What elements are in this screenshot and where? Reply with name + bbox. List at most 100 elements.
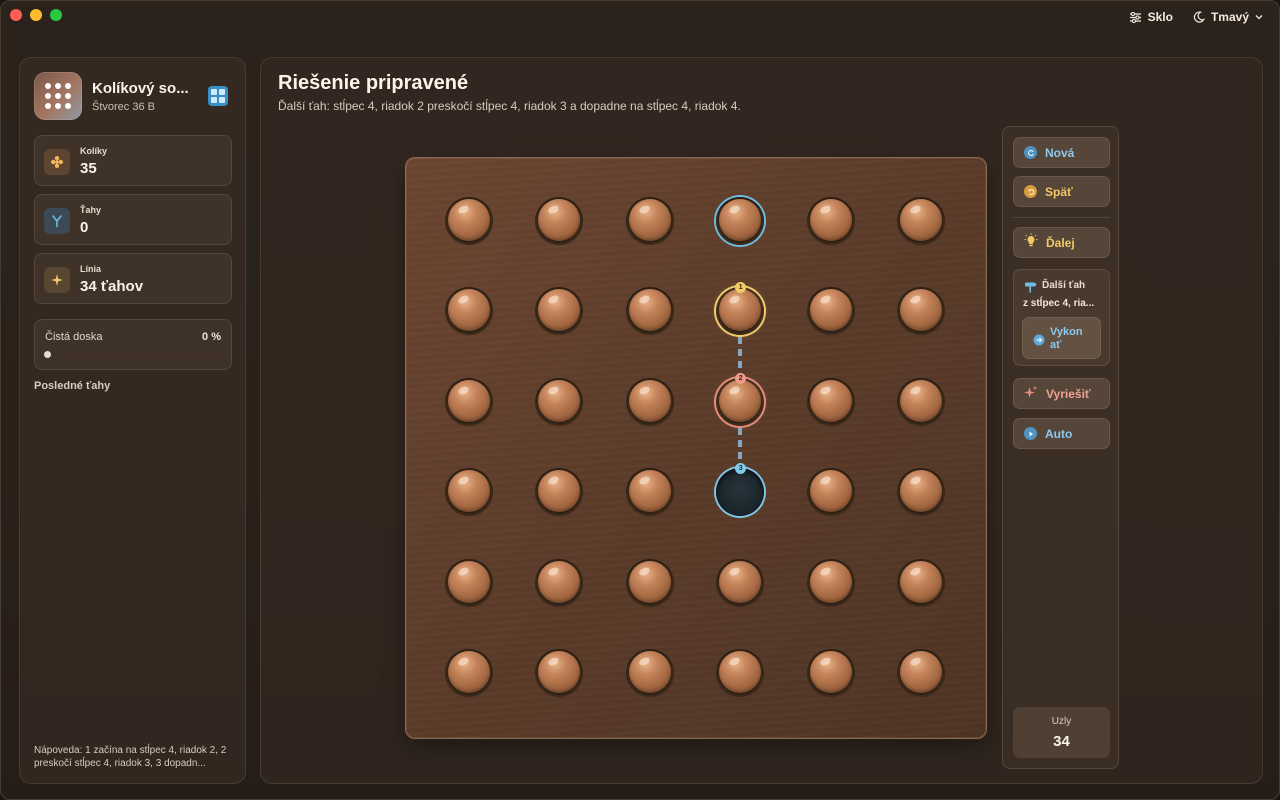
undo-label: Späť — [1045, 184, 1073, 199]
peg[interactable] — [538, 470, 581, 513]
peg[interactable] — [448, 560, 490, 603]
solve-button[interactable]: Vyriešiť — [1013, 378, 1110, 409]
maximize-window-button[interactable] — [50, 9, 62, 21]
peg-board[interactable]: 1 2 3 — [405, 157, 987, 739]
material-button[interactable]: Sklo — [1123, 7, 1179, 27]
progress-percent: 0 % — [202, 331, 221, 343]
board-hole[interactable] — [897, 377, 945, 426]
peg[interactable] — [628, 470, 671, 513]
peg[interactable] — [538, 289, 581, 332]
board-hole[interactable] — [445, 649, 493, 697]
peg[interactable] — [448, 199, 490, 241]
empty-hole-target[interactable]: 3 — [716, 463, 765, 517]
peg[interactable] — [628, 379, 671, 422]
board-hole[interactable] — [535, 468, 584, 517]
peg[interactable] — [538, 651, 581, 693]
board-hole[interactable] — [716, 558, 765, 607]
auto-label: Auto — [1045, 426, 1073, 441]
layout-grid-button[interactable] — [208, 86, 228, 106]
board-hole[interactable] — [625, 468, 674, 517]
minimize-window-button[interactable] — [30, 9, 42, 21]
peg[interactable] — [809, 470, 852, 513]
auto-play-button[interactable]: Auto — [1013, 418, 1110, 449]
execute-move-button[interactable]: Vykon ať — [1022, 317, 1101, 359]
board-hole[interactable] — [716, 649, 765, 697]
next-move-description: Ďalší ťah: stĺpec 4, riadok 2 preskočí s… — [278, 99, 741, 113]
peg[interactable] — [538, 560, 581, 603]
peg[interactable] — [628, 289, 671, 332]
peg[interactable] — [719, 289, 762, 332]
peg[interactable] — [900, 289, 942, 332]
board-hole[interactable] — [806, 197, 855, 245]
peg[interactable] — [448, 470, 490, 513]
next-button[interactable]: Ďalej — [1013, 227, 1110, 258]
peg[interactable] — [719, 560, 762, 603]
solve-label: Vyriešiť — [1046, 386, 1091, 401]
material-label: Sklo — [1147, 10, 1173, 24]
peg[interactable] — [809, 379, 852, 422]
peg[interactable] — [719, 379, 762, 422]
peg[interactable] — [809, 199, 852, 241]
peg[interactable] — [719, 651, 762, 693]
board-hole[interactable] — [535, 377, 584, 426]
board-hole[interactable] — [535, 558, 584, 607]
stat-line-value: 34 ťahov — [80, 278, 144, 295]
peg[interactable] — [809, 560, 852, 603]
peg[interactable] — [900, 470, 942, 513]
peg[interactable] — [538, 199, 581, 241]
peg[interactable] — [628, 560, 671, 603]
board-hole[interactable] — [806, 287, 855, 336]
peg[interactable] — [719, 199, 762, 241]
peg[interactable] — [900, 651, 942, 693]
board-hole[interactable] — [716, 197, 765, 245]
board-hole[interactable] — [625, 649, 674, 697]
theme-menu-button[interactable]: Tmavý — [1187, 7, 1269, 27]
board-hole[interactable] — [806, 377, 855, 426]
undo-icon — [1024, 185, 1037, 198]
new-game-button[interactable]: Nová — [1013, 137, 1110, 168]
peg[interactable] — [448, 651, 490, 693]
stat-pegs-label: Kolíky — [80, 146, 108, 156]
stat-line: Línia 34 ťahov — [34, 253, 232, 304]
stat-moves-value: 0 — [80, 219, 89, 236]
peg[interactable] — [809, 289, 852, 332]
peg[interactable] — [900, 379, 942, 422]
board-hole[interactable] — [897, 287, 945, 336]
board-hole[interactable] — [806, 558, 855, 607]
board-hole[interactable] — [625, 197, 674, 245]
board-hole[interactable] — [806, 649, 855, 697]
board-hole[interactable] — [445, 377, 493, 426]
sidebar: Kolíkový so... Štvorec 36 B Kolíky 35 Ťa… — [19, 57, 246, 784]
board-hole[interactable] — [897, 558, 945, 607]
peg[interactable] — [900, 199, 942, 241]
peg[interactable] — [448, 379, 490, 422]
undo-button[interactable]: Späť — [1013, 176, 1110, 207]
app-header: Kolíkový so... Štvorec 36 B — [34, 72, 234, 120]
board-hole[interactable] — [897, 197, 945, 245]
board-hole[interactable]: 2 — [716, 372, 765, 426]
move-step-badge-over: 2 — [735, 372, 747, 384]
board-hole[interactable] — [897, 649, 945, 697]
board-hole[interactable]: 1 — [716, 282, 765, 336]
board-hole[interactable] — [445, 197, 493, 245]
board-hole[interactable] — [625, 377, 674, 426]
peg[interactable] — [809, 651, 852, 693]
board-hole[interactable] — [535, 197, 584, 245]
peg[interactable] — [448, 289, 490, 332]
peg[interactable] — [900, 560, 942, 603]
board-hole[interactable] — [897, 468, 945, 517]
board-hole[interactable] — [535, 649, 584, 697]
board-hole[interactable] — [445, 287, 493, 336]
close-window-button[interactable] — [10, 9, 22, 21]
page-title: Riešenie pripravené — [278, 72, 469, 94]
board-hole[interactable] — [625, 558, 674, 607]
board-hole[interactable] — [625, 287, 674, 336]
board-hole[interactable] — [535, 287, 584, 336]
board-hole[interactable] — [445, 558, 493, 607]
board-hole[interactable] — [445, 468, 493, 517]
peg[interactable] — [538, 379, 581, 422]
peg[interactable] — [628, 651, 671, 693]
board-hole[interactable] — [806, 468, 855, 517]
progress-bar — [44, 351, 221, 358]
peg[interactable] — [628, 199, 671, 241]
